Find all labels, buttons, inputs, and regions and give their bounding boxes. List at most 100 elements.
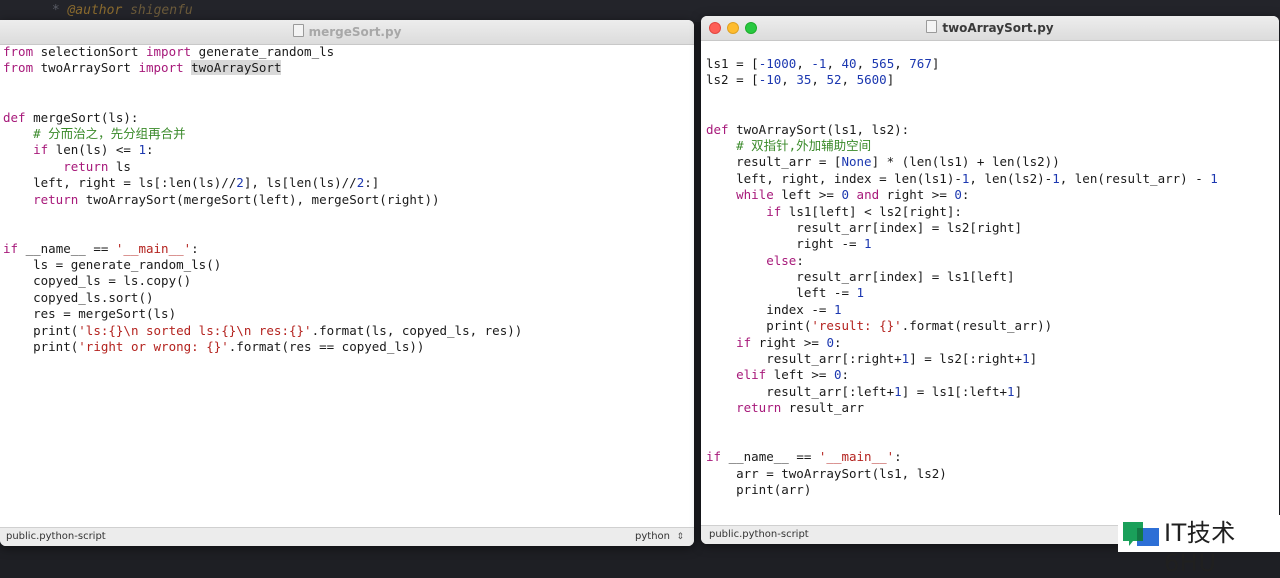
code-token: 1 xyxy=(1052,170,1060,186)
code-token: len(ls) <= xyxy=(48,142,139,158)
code-line[interactable]: result_arr[:left+1] = ls1[:left+1] xyxy=(706,384,1218,400)
code-line[interactable]: left, right = ls[:len(ls)//2], ls[len(ls… xyxy=(3,175,522,191)
code-token: ls1[left] < ls2[right]: xyxy=(781,203,962,219)
code-line[interactable]: if len(ls) <= 1: xyxy=(3,142,522,158)
code-token: ] xyxy=(931,56,940,71)
code-line[interactable]: print(arr) xyxy=(706,482,1218,498)
code-line[interactable]: ls = generate_random_ls() xyxy=(3,257,522,273)
code-line[interactable]: print('right or wrong: {}'.format(res ==… xyxy=(3,339,522,355)
code-token: from xyxy=(3,60,34,76)
code-line[interactable]: index -= 1 xyxy=(706,302,1218,318)
code-line[interactable]: left, right, index = len(ls1)-1, len(ls2… xyxy=(706,171,1218,187)
code-line[interactable]: ls1 = [-1000, -1, 40, 565, 767] xyxy=(706,56,1218,72)
code-line[interactable]: while left >= 0 and right >= 0: xyxy=(706,187,1218,203)
code-line[interactable] xyxy=(706,433,1218,449)
code-line[interactable]: result_arr = [None] * (len(ls1) + len(ls… xyxy=(706,154,1218,170)
code-token: ls1 = [ xyxy=(706,56,759,71)
code-line[interactable]: right -= 1 xyxy=(706,236,1218,252)
code-line[interactable]: from selectionSort import generate_rando… xyxy=(3,44,522,60)
code-token: ] xyxy=(886,72,895,88)
code-line[interactable]: res = mergeSort(ls) xyxy=(3,306,522,322)
editor-window-twoarraysort[interactable]: twoArraySort.py ls1 = [-1000, -1, 40, 56… xyxy=(701,16,1279,544)
code-editor[interactable]: from selectionSort import generate_rando… xyxy=(3,44,522,355)
code-line[interactable]: # 双指针,外加辅助空间 xyxy=(706,138,1218,154)
code-token: if xyxy=(3,240,19,256)
code-token: 35 xyxy=(796,72,812,88)
window-title-text: mergeSort.py xyxy=(308,25,402,39)
code-token: : xyxy=(841,367,850,383)
code-line[interactable] xyxy=(706,417,1218,433)
python-file-icon xyxy=(926,20,938,33)
code-token: right -= xyxy=(706,236,865,252)
code-token: 'result: {}' xyxy=(811,318,902,334)
code-token: 'right or wrong: {}' xyxy=(78,339,229,355)
code-line[interactable]: result_arr[index] = ls1[left] xyxy=(706,269,1218,285)
code-token: 1 xyxy=(1210,170,1218,186)
code-line[interactable]: if right >= 0: xyxy=(706,335,1218,351)
code-token: , xyxy=(796,56,812,71)
code-token: def xyxy=(3,109,26,125)
code-editor[interactable]: ls1 = [-1000, -1, 40, 565, 767] ls2 = [-1… xyxy=(706,56,1218,499)
code-line[interactable]: copyed_ls.sort() xyxy=(3,290,522,306)
code-line[interactable]: copyed_ls = ls.copy() xyxy=(3,273,522,289)
code-line[interactable]: print('ls:{}\n sorted ls:{}\n res:{}'.fo… xyxy=(3,323,522,339)
code-token: , xyxy=(841,72,857,88)
code-line[interactable]: def mergeSort(ls): xyxy=(3,110,522,126)
code-line[interactable] xyxy=(3,77,522,93)
code-token: right >= xyxy=(751,334,827,350)
code-token: ] xyxy=(1014,383,1023,399)
code-token: from xyxy=(3,44,34,59)
code-token: ] = ls2[:right+ xyxy=(909,351,1023,367)
code-token: 1 xyxy=(864,236,872,252)
title-bar[interactable]: twoArraySort.py xyxy=(701,16,1279,41)
code-line[interactable]: result_arr[:right+1] = ls2[:right+1] xyxy=(706,351,1218,367)
editor-window-mergesort[interactable]: mergeSort.py from selectionSort import g… xyxy=(0,20,694,546)
updown-arrows-icon[interactable]: ⇕ xyxy=(676,528,684,546)
code-token: 0 xyxy=(954,187,962,203)
code-line[interactable]: # 分而治之，先分组再合并 xyxy=(3,126,522,142)
code-token: twoArraySort xyxy=(191,60,282,76)
code-token: 0 xyxy=(841,187,850,203)
code-token: print(arr) xyxy=(706,482,812,498)
code-line[interactable]: arr = twoArraySort(ls1, ls2) xyxy=(706,466,1218,482)
code-line[interactable]: return ls xyxy=(3,159,522,175)
code-token: generate_random_ls xyxy=(191,44,335,59)
code-line[interactable]: def twoArraySort(ls1, ls2): xyxy=(706,122,1218,138)
code-line[interactable]: if ls1[left] < ls2[right]: xyxy=(706,204,1218,220)
code-line[interactable]: else: xyxy=(706,253,1218,269)
code-line[interactable]: left -= 1 xyxy=(706,285,1218,301)
code-token: ] = ls1[:left+ xyxy=(901,383,1008,399)
code-token: if xyxy=(766,203,782,219)
code-line[interactable]: print('result: {}'.format(result_arr)) xyxy=(706,318,1218,334)
watermark-text: IT技术6HU xyxy=(1164,519,1236,577)
code-token: 1 xyxy=(856,285,865,301)
code-line[interactable] xyxy=(706,105,1218,121)
code-token: while xyxy=(736,187,774,203)
code-line[interactable]: ls2 = [-10, 35, 52, 5600] xyxy=(706,72,1218,88)
code-line[interactable]: result_arr[index] = ls2[right] xyxy=(706,220,1218,236)
code-line[interactable] xyxy=(3,208,522,224)
code-line[interactable]: from twoArraySort import twoArraySort xyxy=(3,60,522,76)
code-token: left, right = ls[:len(ls)// xyxy=(3,175,237,191)
code-token: twoArraySort xyxy=(33,60,139,76)
language-selector[interactable]: python xyxy=(635,528,670,546)
code-token: print( xyxy=(706,318,812,334)
code-line[interactable]: return twoArraySort(mergeSort(left), mer… xyxy=(3,192,522,208)
code-line[interactable]: elif left >= 0: xyxy=(706,367,1218,383)
code-token: 52 xyxy=(826,72,842,88)
code-token: 1 xyxy=(833,301,842,317)
scope-label: public.python-script xyxy=(6,531,106,542)
code-line[interactable] xyxy=(3,224,522,240)
code-line[interactable]: if __name__ == '__main__': xyxy=(706,449,1218,465)
code-line[interactable]: return result_arr xyxy=(706,400,1218,416)
window-title: twoArraySort.py xyxy=(701,16,1279,40)
code-line[interactable] xyxy=(706,89,1218,105)
code-token: result_arr = [ xyxy=(706,154,842,170)
code-token: -1000 xyxy=(758,56,797,71)
title-bar[interactable]: mergeSort.py xyxy=(0,20,694,45)
code-line[interactable] xyxy=(3,93,522,109)
code-line[interactable]: if __name__ == '__main__': xyxy=(3,241,522,257)
